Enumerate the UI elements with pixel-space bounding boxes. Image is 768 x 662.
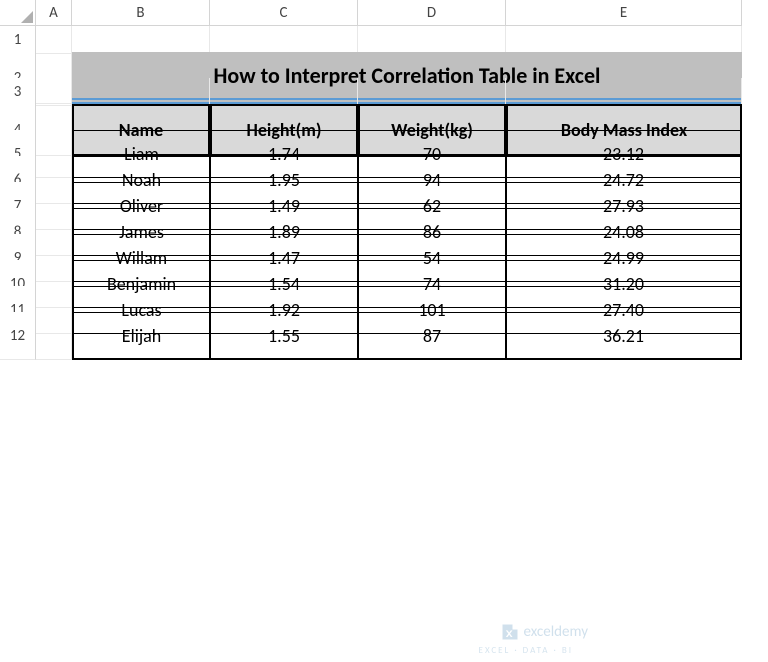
cell-c1[interactable] — [210, 26, 358, 54]
row-header-1[interactable]: 1 — [0, 26, 36, 54]
watermark-text: exceldemy — [524, 623, 588, 641]
cell-c3[interactable] — [210, 78, 358, 106]
row-header-12[interactable]: 12 — [0, 312, 36, 360]
cell-b3[interactable] — [72, 78, 210, 106]
cell-e3[interactable] — [506, 78, 742, 106]
excel-icon — [500, 622, 520, 642]
cell-d3[interactable] — [358, 78, 506, 106]
cell-height-7[interactable]: 1.55 — [210, 312, 358, 360]
cell-name-7[interactable]: Elijah — [72, 312, 210, 360]
cell-a12[interactable] — [36, 312, 72, 360]
spreadsheet-grid: A B C D E 1 2 How to Interpret Correlati… — [0, 0, 768, 338]
col-header-d[interactable]: D — [358, 0, 506, 26]
watermark: exceldemy — [500, 622, 588, 642]
row-header-3[interactable]: 3 — [0, 78, 36, 106]
cell-weight-7[interactable]: 87 — [358, 312, 506, 360]
col-header-b[interactable]: B — [72, 0, 210, 26]
cell-a1[interactable] — [36, 26, 72, 54]
cell-b1[interactable] — [72, 26, 210, 54]
cell-a3[interactable] — [36, 78, 72, 106]
cell-bmi-7[interactable]: 36.21 — [506, 312, 742, 360]
select-all-corner[interactable] — [0, 0, 36, 26]
cell-d1[interactable] — [358, 26, 506, 54]
watermark-sub: EXCEL · DATA · BI — [479, 645, 573, 656]
col-header-e[interactable]: E — [506, 0, 742, 26]
col-header-a[interactable]: A — [36, 0, 72, 26]
col-header-c[interactable]: C — [210, 0, 358, 26]
cell-e1[interactable] — [506, 26, 742, 54]
